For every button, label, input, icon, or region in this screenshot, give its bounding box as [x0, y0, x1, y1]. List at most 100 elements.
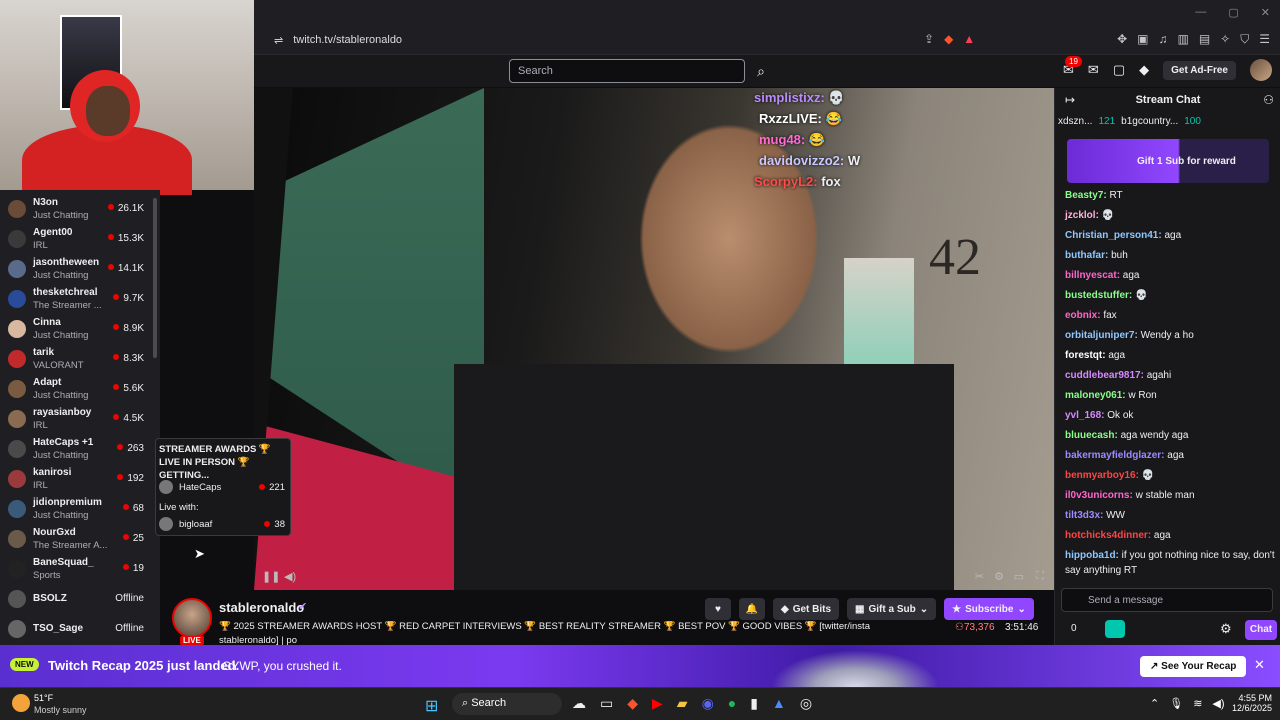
pause-icon[interactable]: ❚❚ [262, 570, 280, 583]
speaker-icon[interactable]: ◀) [1212, 697, 1224, 710]
microphone-icon[interactable]: 🎙 [1169, 697, 1183, 710]
notifications-button[interactable]: 🔔 [739, 598, 765, 620]
sidebar-channel-item[interactable]: TSO_Sage Offline [0, 614, 154, 644]
minimize-button[interactable]: — [1195, 6, 1206, 19]
search-input[interactable]: Search [509, 59, 745, 83]
collapse-chat-icon[interactable]: ↦ [1065, 93, 1075, 107]
channel-points[interactable]: 0 [1071, 623, 1077, 634]
whispers-icon[interactable]: ✉ [1088, 62, 1099, 78]
sidebar-channel-item[interactable]: jidionpremium Just Chatting 68 [0, 494, 154, 524]
hover-card-guest-row[interactable]: bigloaaf 38 [159, 517, 285, 531]
volume-icon[interactable]: ◀) [284, 570, 296, 583]
follow-heart-button[interactable]: ♥ [705, 598, 731, 620]
theatre-mode-icon[interactable]: ▭ [1014, 570, 1024, 583]
gifter-2-name[interactable]: b1gcountry... [1121, 116, 1178, 136]
chat-username[interactable]: cuddlebear9817: [1065, 370, 1144, 381]
app-icon[interactable]: ▲ [772, 695, 786, 712]
leo-icon[interactable]: ✧ [1220, 32, 1230, 47]
site-info-icon[interactable]: ⇌ [274, 34, 283, 47]
chat-username[interactable]: jzcklol: [1065, 210, 1099, 221]
chat-settings-icon[interactable]: ⚙ [1220, 621, 1232, 637]
search-icon[interactable]: ⌕ [749, 59, 773, 83]
community-icon[interactable]: ⚇ [1263, 93, 1274, 107]
media-icon[interactable]: ♫ [1158, 32, 1167, 47]
chevron-up-icon[interactable]: ⌃ [1150, 697, 1159, 710]
streamer-avatar[interactable] [172, 598, 212, 638]
youtube-icon[interactable]: ▶ [652, 695, 663, 712]
streamer-name[interactable]: stableronaldo [219, 600, 304, 615]
hover-card-host-row[interactable]: HateCaps 221 [159, 480, 285, 494]
extension-puzzle-icon[interactable]: ✥ [1117, 32, 1127, 47]
get-bits-button[interactable]: ◆ Get Bits [773, 598, 840, 620]
sidebar-channel-item[interactable]: rayasianboy IRL 4.5K [0, 404, 154, 434]
chat-username[interactable]: billnyescat: [1065, 270, 1120, 281]
clip-icon[interactable]: ✂ [975, 570, 984, 583]
gifter-1-name[interactable]: xdszn... [1058, 116, 1092, 136]
brave-rewards-icon[interactable]: ▲ [963, 32, 975, 46]
gift-sub-button[interactable]: ▦ Gift a Sub ⌄ [847, 598, 937, 620]
sidebar-channel-item[interactable]: jasontheween Just Chatting 14.1K [0, 254, 154, 284]
sidebar-channel-item[interactable]: NourGxd The Streamer A... 25 [0, 524, 154, 554]
chat-username[interactable]: benmyarboy16: [1065, 470, 1139, 481]
url-text[interactable]: twitch.tv/stableronaldo [293, 34, 402, 46]
inbox-icon[interactable]: ✉ 19 [1063, 56, 1082, 78]
sidebar-channel-item[interactable]: HateCaps +1 Just Chatting 263 [0, 434, 154, 464]
chat-username[interactable]: hotchicks4dinner: [1065, 530, 1151, 541]
audio-app-icon[interactable]: ▮ [750, 695, 758, 712]
points-reward-icon[interactable] [1105, 620, 1125, 638]
sidebar-channel-item[interactable]: N3on Just Chatting 26.1K [0, 194, 154, 224]
weather-sun-icon[interactable] [12, 694, 30, 712]
bits-icon[interactable]: ◆ [1139, 62, 1149, 78]
chat-username[interactable]: buthafar: [1065, 250, 1108, 261]
sidebar-channel-item[interactable]: Adapt Just Chatting 5.6K [0, 374, 154, 404]
widgets-icon[interactable]: ☁ [572, 695, 586, 712]
chat-username[interactable]: il0v3unicorns: [1065, 490, 1133, 501]
brave-browser-icon[interactable]: ◆ [627, 695, 638, 712]
sidebar-toggle-icon[interactable]: ▥ [1177, 32, 1188, 47]
chat-username[interactable]: forestqt: [1065, 350, 1106, 361]
sidebar-channel-item[interactable]: tarik VALORANT 8.3K [0, 344, 154, 374]
close-window-button[interactable]: ✕ [1261, 6, 1270, 19]
menu-icon[interactable]: ☰ [1259, 32, 1270, 47]
chat-send-button[interactable]: Chat [1245, 620, 1277, 640]
see-your-recap-button[interactable]: ↗ See Your Recap [1140, 656, 1247, 677]
chat-username[interactable]: yvl_168: [1065, 410, 1104, 421]
sidebar-channel-item[interactable]: kanirosi IRL 192 [0, 464, 154, 494]
share-icon[interactable]: ⇪ [924, 32, 934, 46]
windows-start-icon[interactable]: ⊞ [425, 696, 438, 716]
task-view-icon[interactable]: ▭ [600, 695, 613, 712]
sidebar-channel-item[interactable]: Cinna Just Chatting 8.9K [0, 314, 154, 344]
brave-shield-icon[interactable]: ◆ [944, 32, 953, 46]
sidebar-channel-item[interactable]: thesketchreal The Streamer ... 9.7K [0, 284, 154, 314]
wallet-icon[interactable]: ▤ [1199, 32, 1210, 47]
wifi-icon[interactable]: ≋ [1193, 697, 1202, 710]
maximize-button[interactable]: ▢ [1228, 6, 1238, 19]
obs-icon[interactable]: ◎ [800, 695, 812, 712]
chat-username[interactable]: eobnix: [1065, 310, 1101, 321]
discord-icon[interactable]: ◉ [702, 695, 714, 712]
chat-message-input[interactable]: Send a message [1061, 588, 1273, 612]
fullscreen-icon[interactable]: ⛶ [1036, 570, 1044, 583]
close-icon[interactable]: ✕ [1254, 657, 1265, 673]
sidebar-channel-item[interactable]: BSOLZ Offline [0, 584, 154, 614]
get-ad-free-button[interactable]: Get Ad-Free [1163, 60, 1236, 80]
chat-username[interactable]: hippoba1d: [1065, 550, 1119, 561]
settings-icon[interactable]: ⚙ [994, 570, 1004, 583]
file-explorer-icon[interactable]: ▰ [677, 695, 688, 712]
sidebar-channel-item[interactable]: Agent00 IRL 15.3K [0, 224, 154, 254]
chat-username[interactable]: bakermayfieldglazer: [1065, 450, 1165, 461]
vpn-icon[interactable]: ⛉ [1240, 32, 1249, 47]
chat-username[interactable]: Beasty7: [1065, 190, 1107, 201]
taskbar-clock[interactable]: 4:55 PM 12/6/2025 [1232, 693, 1272, 713]
chat-username[interactable]: tilt3d3x: [1065, 510, 1103, 521]
chat-username[interactable]: Christian_person41: [1065, 230, 1162, 241]
taskbar-search[interactable]: ⌕ Search [452, 693, 562, 715]
spotify-icon[interactable]: ● [728, 695, 736, 712]
subscribe-button[interactable]: ★ Subscribe ⌄ [944, 598, 1034, 620]
user-avatar[interactable] [1250, 59, 1272, 81]
address-bar[interactable]: ⇌ twitch.tv/stableronaldo [274, 29, 974, 51]
chat-username[interactable]: bluuecash: [1065, 430, 1118, 441]
video-player[interactable]: 40 42 simplistixz: 💀RxzzLIVE: 😂mug48: 😂d… [254, 88, 1054, 590]
chat-username[interactable]: maloney061: [1065, 390, 1126, 401]
extension-icon[interactable]: ▣ [1137, 32, 1148, 47]
